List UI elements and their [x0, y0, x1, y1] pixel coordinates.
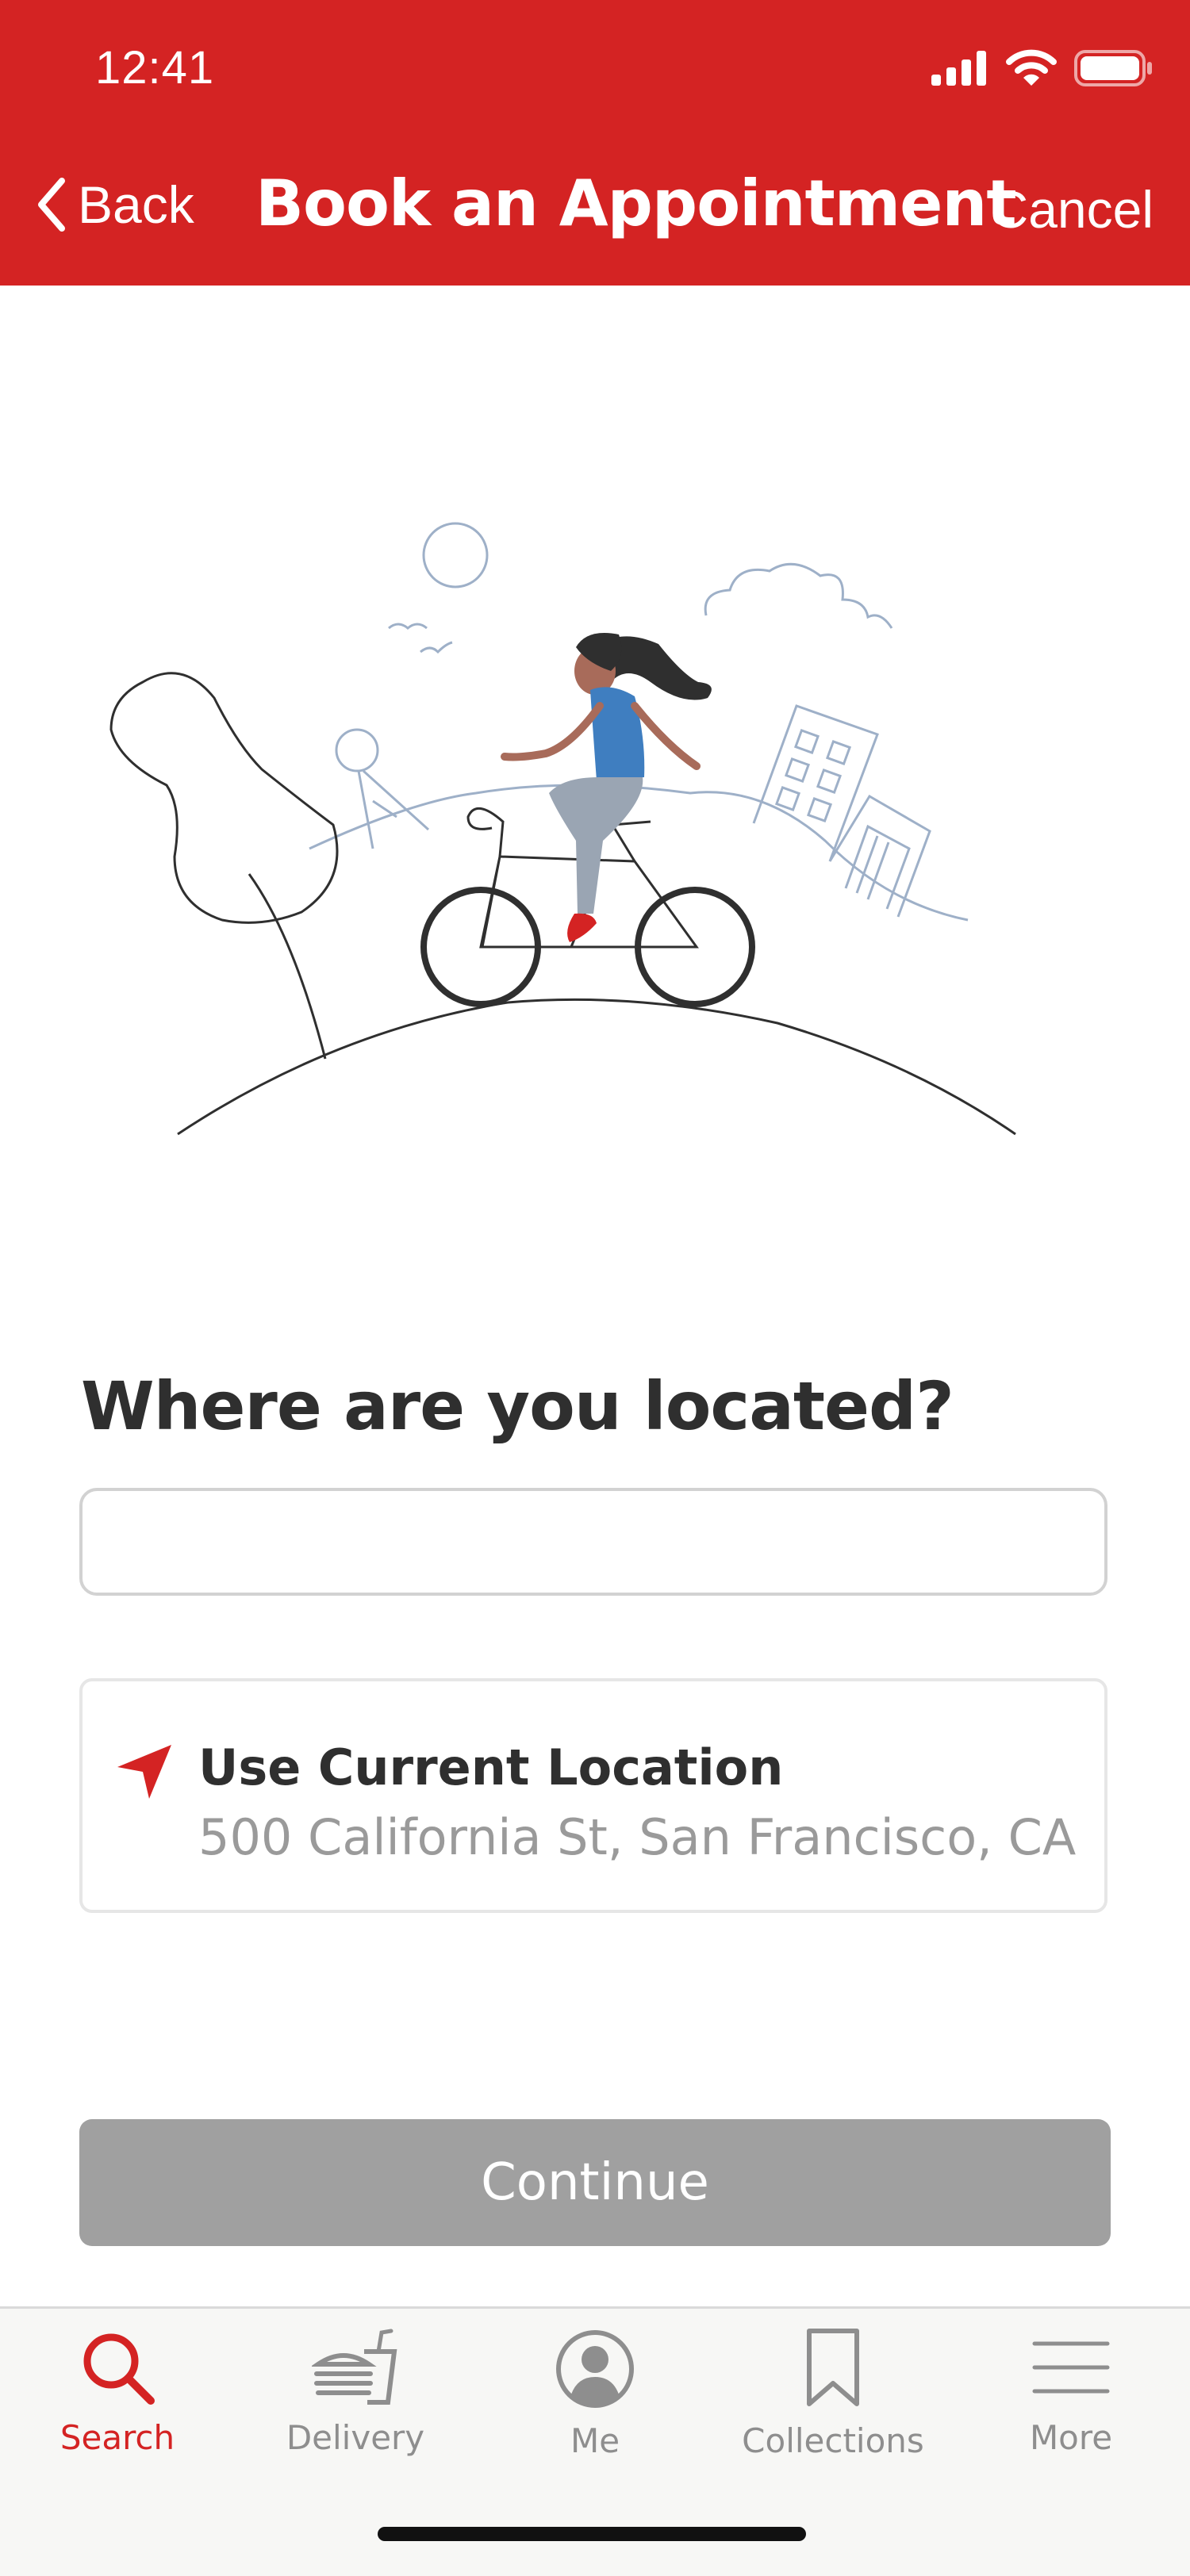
wifi-icon [1006, 49, 1057, 86]
status-time: 12:41 [95, 42, 215, 94]
sun-icon [422, 522, 489, 588]
profile-icon [556, 2330, 634, 2408]
use-current-location-button[interactable]: Use Current Location 500 California St, … [79, 1678, 1107, 1913]
location-arrow-icon [117, 1745, 171, 1799]
tab-me[interactable]: Me [492, 2328, 698, 2460]
tree-icon [109, 672, 339, 924]
tab-label: Delivery [286, 2418, 425, 2457]
battery-icon [1074, 50, 1152, 86]
tab-label: Collections [742, 2421, 924, 2460]
building-icon [752, 704, 931, 918]
search-icon [83, 2333, 155, 2405]
signal-icon [931, 51, 986, 86]
tab-label: Me [570, 2421, 620, 2460]
tab-label: Search [60, 2418, 175, 2457]
tab-delivery[interactable]: Delivery [252, 2328, 459, 2457]
bookmark-icon [807, 2329, 859, 2406]
location-input[interactable] [79, 1488, 1107, 1596]
tab-search[interactable]: Search [14, 2328, 221, 2457]
cancel-button[interactable]: Cancel [991, 179, 1154, 240]
status-icons [931, 49, 1154, 87]
tab-label: More [1029, 2418, 1113, 2457]
chevron-left-icon [38, 178, 65, 232]
page-title: Book an Appointment [255, 167, 1017, 240]
continue-button[interactable]: Continue [79, 2119, 1111, 2246]
back-button[interactable]: Back [35, 174, 194, 235]
current-location-address: 500 California St, San Francisco, CA [198, 1808, 1077, 1866]
delivery-icon [312, 2329, 397, 2405]
home-indicator [378, 2527, 806, 2541]
tab-collections[interactable]: Collections [730, 2328, 936, 2460]
menu-icon [1032, 2341, 1110, 2394]
current-location-title: Use Current Location [198, 1738, 784, 1796]
back-label: Back [78, 175, 194, 234]
tab-more[interactable]: More [968, 2328, 1174, 2457]
app-header: 12:41 Back Book an Appointment Cancel [0, 0, 1190, 286]
cyclist-illustration [109, 522, 1016, 1136]
location-question: Where are you located? [81, 1367, 954, 1445]
